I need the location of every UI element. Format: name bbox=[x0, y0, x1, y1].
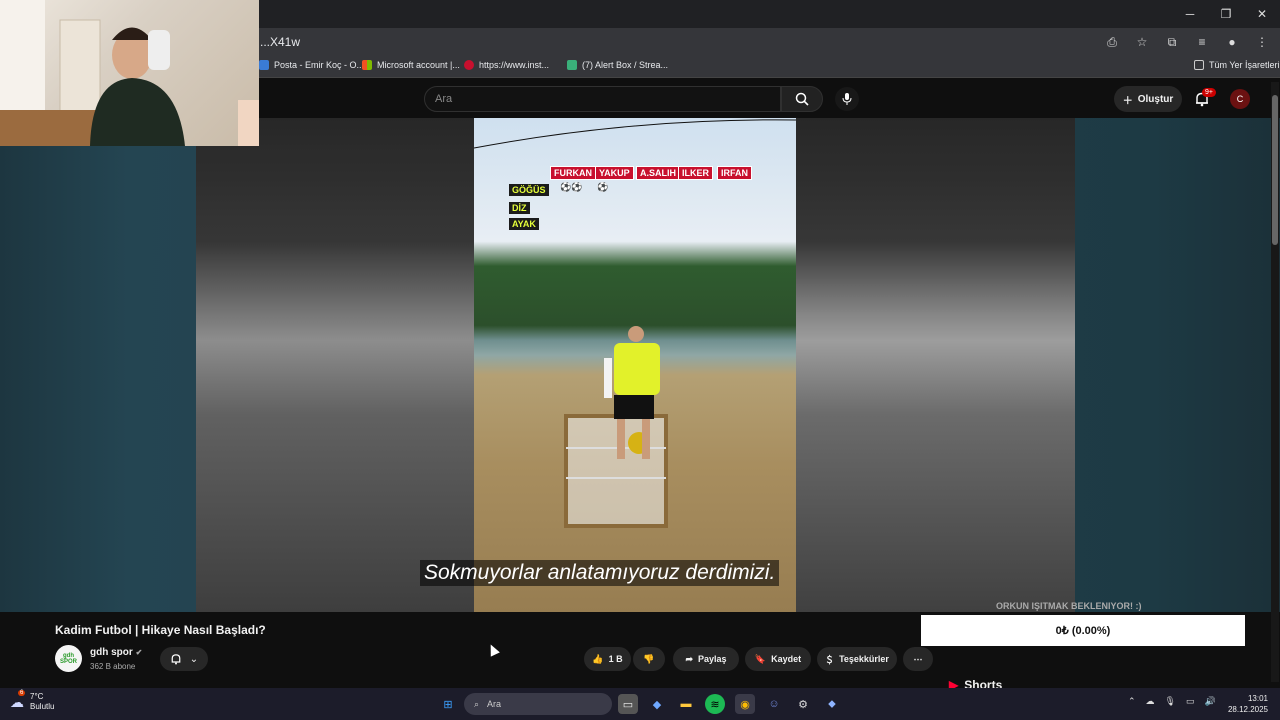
bookmark-posta[interactable]: Posta - Emir Koç - O... bbox=[259, 60, 364, 70]
subtitle-caption: Sokmuyorlar anlatamıyoruz derdimizi. bbox=[420, 560, 780, 586]
donation-goal-title: ORKUN IŞITMAK BEKLENIYOR! :) bbox=[996, 601, 1142, 611]
more-actions-button[interactable]: ⋯ bbox=[903, 647, 933, 671]
bell-icon bbox=[171, 654, 181, 665]
scrollbar-thumb[interactable] bbox=[1272, 95, 1278, 245]
close-icon[interactable]: ✕ bbox=[1244, 0, 1280, 28]
thumbs-down-icon: 👎 bbox=[643, 653, 655, 664]
volume-icon[interactable]: 🔊 bbox=[1205, 696, 1216, 707]
discord-icon[interactable]: ☺ bbox=[764, 694, 784, 714]
create-button[interactable]: ＋ Oluştur bbox=[1114, 86, 1182, 112]
weather-badge: 6 bbox=[18, 689, 26, 696]
bookmark-icon: 🔖 bbox=[754, 653, 767, 664]
donation-goal-bar: 0₺ (0.00%) bbox=[921, 615, 1245, 646]
windows-taskbar bbox=[0, 688, 1280, 720]
share-button[interactable]: ➦ Paylaş bbox=[673, 647, 739, 671]
subscribed-button[interactable]: ⌄ bbox=[160, 647, 208, 671]
notification-badge: 9+ bbox=[1202, 88, 1216, 97]
window-controls: ─ ❐ ✕ bbox=[1172, 0, 1280, 28]
verified-icon: ✔ bbox=[135, 648, 143, 657]
temperature: 7°C bbox=[30, 692, 44, 701]
streamlabs-icon bbox=[567, 60, 577, 70]
star-icon[interactable]: ☆ bbox=[1132, 32, 1152, 52]
address-bar-icons: ⎙ ☆ ⧉ ≡ ● ⋮ bbox=[1102, 32, 1272, 52]
chrome-icon[interactable]: ◉ bbox=[735, 694, 755, 714]
site-icon bbox=[464, 60, 474, 70]
more-icon: ⋯ bbox=[913, 653, 923, 664]
save-button[interactable]: 🔖 Kaydet bbox=[745, 647, 811, 671]
mouse-cursor bbox=[486, 642, 500, 657]
profile-icon[interactable]: ● bbox=[1222, 32, 1242, 52]
date: 28.12.2025 bbox=[1227, 705, 1268, 714]
search-icon: ⌕ bbox=[474, 698, 480, 709]
weather-text: Bulutlu bbox=[30, 702, 55, 711]
file-explorer-icon[interactable]: ▬ bbox=[676, 694, 696, 714]
maximize-icon[interactable]: ❐ bbox=[1208, 0, 1244, 28]
spotify-icon[interactable]: ≋ bbox=[705, 694, 725, 714]
thumbs-up-icon: 👍 bbox=[592, 653, 604, 664]
media-icon[interactable]: ≡ bbox=[1192, 32, 1212, 52]
app-icon[interactable]: ◆ bbox=[647, 694, 667, 714]
mic-icon bbox=[842, 93, 852, 105]
time: 13:01 bbox=[1247, 694, 1268, 703]
cloud-icon[interactable]: ☁ bbox=[1146, 696, 1155, 707]
voice-search-button[interactable] bbox=[835, 87, 859, 111]
taskbar-search[interactable]: ⌕ Ara bbox=[464, 693, 612, 715]
webcam-overlay bbox=[0, 0, 259, 146]
channel-name[interactable]: gdh spor ✔ bbox=[90, 647, 142, 658]
avatar[interactable]: C bbox=[1230, 89, 1250, 109]
channel-avatar[interactable]: gdh SPOR bbox=[55, 645, 82, 672]
search-button[interactable] bbox=[781, 86, 823, 112]
folder-icon bbox=[259, 60, 269, 70]
windows-start-icon[interactable]: ⊞ bbox=[438, 694, 458, 714]
video-frame[interactable]: FURKAN YAKUP A.SALIH ILKER IRFAN GÖĞÜS D… bbox=[474, 118, 796, 612]
search-input[interactable]: Ara bbox=[424, 86, 781, 112]
dislike-button[interactable]: 👎 bbox=[633, 647, 665, 671]
extensions-icon[interactable]: ⧉ bbox=[1162, 32, 1182, 52]
video-title: Kadim Futbol | Hikaye Nasıl Başladı? bbox=[55, 623, 266, 637]
mic-icon[interactable]: 🎙 bbox=[1165, 696, 1176, 707]
chevron-down-icon: ⌄ bbox=[189, 653, 199, 665]
field-scene bbox=[474, 119, 796, 528]
thanks-button[interactable]: ＄ Teşekkürler bbox=[817, 647, 897, 671]
video-blur-right bbox=[796, 118, 1075, 612]
minimize-icon[interactable]: ─ bbox=[1172, 0, 1208, 28]
microsoft-icon bbox=[362, 60, 372, 70]
subscriber-count: 362 B abone bbox=[90, 662, 136, 671]
task-view-icon[interactable]: ▭ bbox=[618, 694, 638, 714]
bookmark-microsoft[interactable]: Microsoft account |... bbox=[362, 60, 460, 70]
chevron-up-icon[interactable]: ⌃ bbox=[1128, 696, 1136, 707]
share-icon: ➦ bbox=[685, 653, 693, 664]
like-button[interactable]: 👍 1 B bbox=[584, 647, 631, 671]
system-tray: ⌃ ☁ 🎙 ▭ 🔊 bbox=[1128, 696, 1216, 707]
clock[interactable]: 13:01 28.12.2025 bbox=[1228, 693, 1268, 715]
video-blur-left bbox=[196, 118, 474, 612]
bookmark-instagram[interactable]: https://www.inst... bbox=[464, 60, 549, 70]
all-bookmarks[interactable]: Tüm Yer İşaretleri bbox=[1194, 60, 1280, 70]
menu-icon[interactable]: ⋮ bbox=[1252, 32, 1272, 52]
app-icon[interactable]: ⚙ bbox=[793, 694, 813, 714]
super-thanks-icon: ＄ bbox=[825, 654, 835, 665]
folder-icon bbox=[1194, 60, 1204, 70]
address-text[interactable]: ...X41w bbox=[260, 35, 300, 49]
search-icon bbox=[795, 92, 809, 106]
plus-icon: ＋ bbox=[1122, 95, 1133, 107]
bookmark-alertbox[interactable]: (7) Alert Box / Strea... bbox=[567, 60, 668, 70]
network-icon[interactable]: ▭ bbox=[1186, 696, 1195, 707]
weather-widget[interactable]: ☁ 6 7°C Bulutlu bbox=[10, 689, 55, 712]
app-icon[interactable]: ⬥ bbox=[822, 694, 842, 714]
install-icon[interactable]: ⎙ bbox=[1102, 32, 1122, 52]
webcam-scene bbox=[0, 0, 259, 146]
cloud-icon: ☁ 6 bbox=[10, 689, 26, 710]
